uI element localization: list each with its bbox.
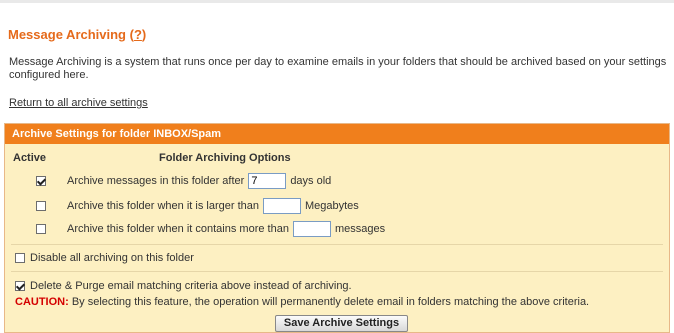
disable-archiving-checkbox[interactable] [15, 253, 25, 263]
page-title-text: Message Archiving [8, 27, 127, 42]
rule-archive-count-suffix: messages [334, 223, 386, 235]
caution-label: CAUTION: [15, 296, 69, 308]
purge-label: Delete & Purge email matching criteria a… [30, 280, 352, 292]
rule-archive-count-row: Archive this folder when it contains mor… [36, 220, 385, 238]
rule-archive-after-checkbox[interactable] [36, 176, 46, 186]
page-title: Message Archiving (?) [8, 27, 147, 42]
caution-text: By selecting this feature, the operation… [68, 296, 590, 308]
help-link[interactable]: ? [134, 27, 142, 42]
column-header-active: Active [13, 152, 47, 164]
disable-archiving-row: Disable all archiving on this folder [15, 249, 194, 267]
panel-header: Archive Settings for folder INBOX/Spam [5, 124, 669, 144]
caution-message: CAUTION: By selecting this feature, the … [15, 296, 589, 308]
rule-archive-after-suffix: days old [290, 175, 332, 187]
purge-row: Delete & Purge email matching criteria a… [15, 277, 352, 295]
disable-archiving-label: Disable all archiving on this folder [30, 252, 194, 264]
rule-archive-size-row: Archive this folder when it is larger th… [36, 197, 359, 215]
save-archive-settings-button[interactable]: Save Archive Settings [275, 315, 408, 332]
rule-archive-after-row: Archive messages in this folder after da… [36, 172, 331, 190]
purge-checkbox[interactable] [15, 281, 25, 291]
rule-archive-size-label: Archive this folder when it is larger th… [67, 200, 259, 212]
rule-archive-size-suffix: Megabytes [304, 200, 359, 212]
divider [11, 244, 663, 245]
rule-archive-after-days-input[interactable] [248, 173, 287, 189]
page-description: Message Archiving is a system that runs … [9, 56, 667, 81]
column-header-options: Folder Archiving Options [159, 152, 291, 164]
return-link[interactable]: Return to all archive settings [9, 97, 148, 109]
divider [11, 271, 663, 272]
rule-archive-count-input[interactable] [292, 221, 331, 237]
rule-archive-size-input[interactable] [262, 198, 301, 214]
rule-archive-count-checkbox[interactable] [36, 224, 46, 234]
archive-settings-panel: Archive Settings for folder INBOX/Spam A… [4, 123, 670, 333]
rule-archive-count-label: Archive this folder when it contains mor… [67, 223, 289, 235]
top-divider [0, 0, 674, 3]
rule-archive-size-checkbox[interactable] [36, 201, 46, 211]
rule-archive-after-label: Archive messages in this folder after [67, 175, 245, 187]
